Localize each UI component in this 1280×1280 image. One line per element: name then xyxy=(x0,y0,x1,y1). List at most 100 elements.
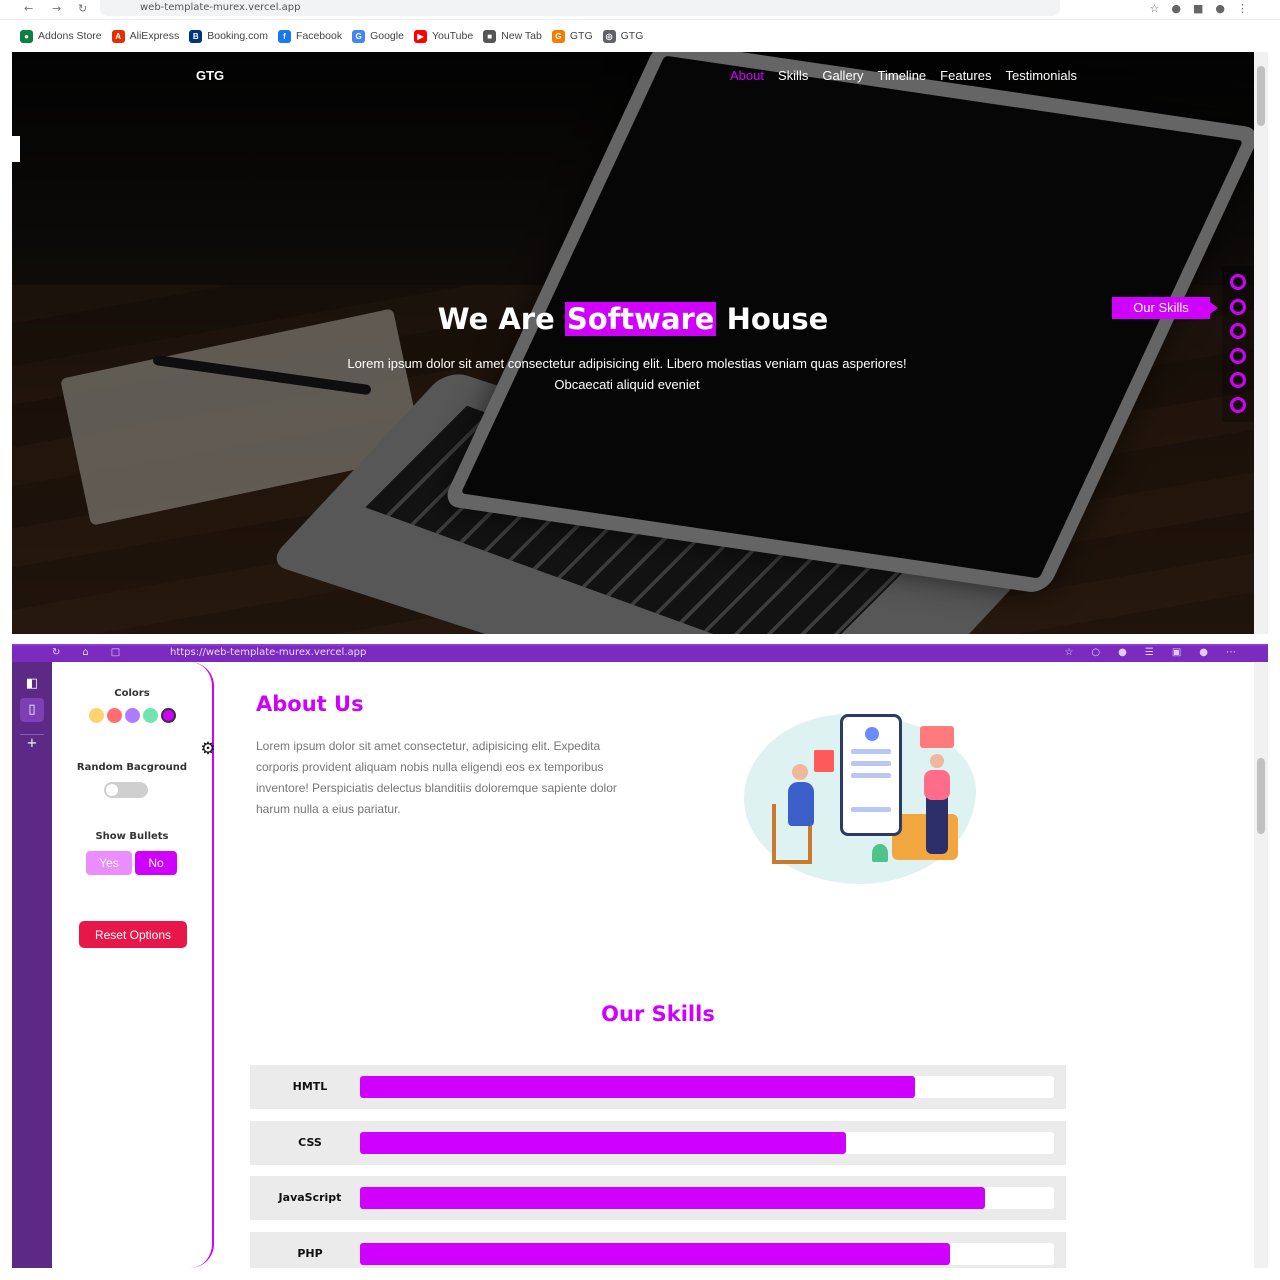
bookmark-item[interactable]: ■ New Tab xyxy=(483,29,542,43)
bookmark-label: Google xyxy=(370,30,404,42)
site-logo[interactable]: GTG xyxy=(196,68,224,83)
back-icon[interactable]: ← xyxy=(24,2,33,15)
hero-section: GTG About Skills Gallery Timeline Features Te… xyxy=(12,52,1254,634)
browser-toolbar-icons[interactable]: ☆○●☰▣●⋯ xyxy=(1064,647,1254,658)
bookmark-item[interactable]: G Google xyxy=(352,29,404,43)
nav-bullet[interactable] xyxy=(1230,372,1246,388)
skill-progress-track xyxy=(360,1131,1054,1154)
skill-row: JavaScript xyxy=(250,1176,1066,1220)
tabs-panel-icon[interactable]: ◧ xyxy=(20,672,44,696)
man-figure xyxy=(788,782,814,826)
scrollbar-thumb[interactable] xyxy=(1257,66,1265,126)
colors-label: Colors xyxy=(114,688,150,699)
address-bar: ← → ↻ web-template-murex.vercel.app ☆●■●… xyxy=(0,0,1280,20)
nav-bullet[interactable] xyxy=(1230,323,1246,339)
headline-pre: We Are xyxy=(437,302,565,336)
nav-link-timeline[interactable]: Timeline xyxy=(878,68,927,83)
new-tab-icon: ■ xyxy=(483,29,497,43)
about-text: Lorem ipsum dolor sit amet consectetur, … xyxy=(256,739,617,816)
headline-highlight: Software xyxy=(564,302,717,336)
show-bullets-label: Show Bullets xyxy=(95,831,169,842)
hero-overlay xyxy=(12,52,1254,634)
nav-link-features[interactable]: Features xyxy=(940,68,991,83)
toolbar-icons[interactable]: ☆●■●⋮ xyxy=(1150,2,1260,15)
bookmark-label: Addons Store xyxy=(38,30,102,42)
bookmark-item[interactable]: G GTG xyxy=(551,29,593,43)
bookmark-label: GTG xyxy=(569,30,593,42)
addons-store-icon: ● xyxy=(20,29,33,43)
color-swatches xyxy=(89,708,176,723)
browser-chrome-top: ← → ↻ web-template-murex.vercel.app ☆●■●… xyxy=(0,0,1280,52)
bullets-no-button[interactable]: No xyxy=(135,851,177,875)
url-text-bottom[interactable]: https://web-template-murex.vercel.app xyxy=(170,647,366,658)
card-shape xyxy=(814,750,834,772)
hero-headline: We Are Software House xyxy=(12,302,1254,336)
facebook-icon: f xyxy=(277,29,291,43)
bullets-yes-button[interactable]: Yes xyxy=(86,851,132,875)
woman-top xyxy=(924,770,950,800)
browser-nav-icons[interactable]: ↻⌂□ xyxy=(52,647,142,658)
bookmark-item[interactable]: B Booking.com xyxy=(189,29,268,43)
phone-line xyxy=(851,749,891,754)
page-icon[interactable]: ▯ xyxy=(20,698,44,722)
phone-line xyxy=(851,761,891,766)
random-bg-label: Random Bacground xyxy=(76,762,188,773)
page-content: About Us Lorem ipsum dolor sit amet cons… xyxy=(214,662,1254,1268)
nav-bullet[interactable] xyxy=(1230,396,1246,413)
nav-link-skills[interactable]: Skills xyxy=(778,68,808,83)
bookmark-item[interactable]: f Facebook xyxy=(277,29,343,43)
nav-link-testimonials[interactable]: Testimonials xyxy=(1005,68,1077,83)
bookmark-label: Facebook xyxy=(295,30,343,42)
bookmark-item[interactable]: ▶ YouTube xyxy=(413,29,474,43)
headline-post: House xyxy=(716,302,829,336)
nav-bullet[interactable] xyxy=(1230,274,1246,290)
color-swatch[interactable] xyxy=(125,708,140,723)
skill-row: HMTL xyxy=(250,1065,1066,1109)
random-bg-toggle[interactable] xyxy=(104,782,148,798)
bookmark-item[interactable]: ◎ GTG xyxy=(602,29,643,43)
skill-progress-track xyxy=(360,1187,1054,1209)
plant-shape xyxy=(872,844,888,862)
skill-row: PHP xyxy=(250,1231,1066,1268)
scrollbar-top[interactable] xyxy=(1254,52,1268,634)
add-icon[interactable]: + xyxy=(20,732,44,756)
bookmark-item[interactable]: A AliExpress xyxy=(111,29,180,43)
phone-shape xyxy=(840,714,902,836)
skill-name: CSS xyxy=(298,1135,322,1149)
woman-head xyxy=(930,754,944,768)
skill-progress-fill xyxy=(360,1076,916,1098)
color-swatch[interactable] xyxy=(161,708,176,723)
bookmark-label: AliExpress xyxy=(129,30,180,42)
color-swatch[interactable] xyxy=(107,708,122,723)
bookmark-item[interactable]: ● Addons Store xyxy=(20,29,102,43)
forward-icon[interactable]: → xyxy=(52,2,61,15)
bullet-tooltip: Our Skills xyxy=(1112,297,1218,319)
booking-icon: B xyxy=(189,29,203,43)
settings-panel: Colors Random Bacground Show Bullets Yes… xyxy=(52,662,214,1268)
bookmark-label: YouTube xyxy=(431,30,474,42)
nav-bullet[interactable] xyxy=(1230,347,1246,364)
scrollbar-thumb[interactable] xyxy=(1257,758,1265,834)
skill-name: JavaScript xyxy=(278,1191,342,1204)
reset-options-button[interactable]: Reset Options xyxy=(79,921,187,948)
reload-icon[interactable]: ↻ xyxy=(78,2,87,15)
color-swatch[interactable] xyxy=(143,708,158,723)
aliexpress-icon: A xyxy=(111,29,125,43)
skill-row: CSS xyxy=(250,1120,1066,1165)
globe-icon: ◎ xyxy=(602,29,616,43)
phone-line xyxy=(851,807,891,812)
skill-name: PHP xyxy=(297,1246,323,1260)
google-icon: G xyxy=(352,29,366,43)
nav-bullet[interactable] xyxy=(1230,298,1246,315)
color-swatch[interactable] xyxy=(89,708,104,723)
nav-link-about[interactable]: About xyxy=(730,68,764,83)
man-head xyxy=(792,764,808,780)
bookmarks-bar: ● Addons Store A AliExpress B Booking.com f Fac… xyxy=(20,27,643,45)
skill-progress-fill xyxy=(360,1187,985,1209)
settings-toggle-tab[interactable] xyxy=(12,136,20,162)
scrollbar-bottom[interactable] xyxy=(1254,662,1268,1268)
skill-progress-track xyxy=(360,1242,1054,1265)
toggle-knob xyxy=(106,784,118,796)
main-nav: About Skills Gallery Timeline Features Testim… xyxy=(730,68,1077,83)
nav-link-gallery[interactable]: Gallery xyxy=(822,68,863,83)
